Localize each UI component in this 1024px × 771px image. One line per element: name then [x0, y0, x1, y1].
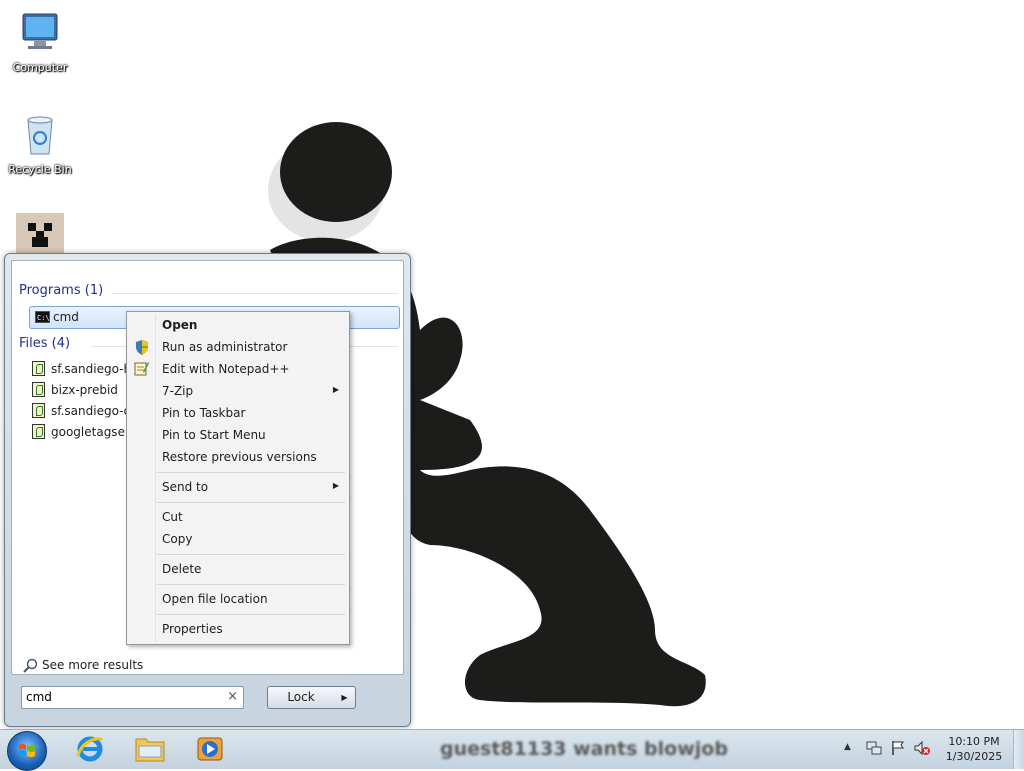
- menu-item-edit-with-notepad-plus-plus[interactable]: Edit with Notepad++: [129, 359, 347, 379]
- menu-item-label: Open file location: [162, 592, 268, 606]
- clock-time: 10:10 PM: [948, 735, 1000, 748]
- menu-item-copy[interactable]: Copy: [129, 529, 347, 549]
- menu-item-open[interactable]: Open: [129, 315, 347, 335]
- start-search-box[interactable]: ×: [21, 686, 244, 709]
- divider: [112, 293, 398, 294]
- menu-item-label: Pin to Taskbar: [162, 406, 246, 420]
- taskbar-internet-explorer[interactable]: [64, 732, 116, 767]
- desktop-icon-computer[interactable]: Computer: [2, 8, 78, 74]
- cmd-icon: C:\: [35, 311, 50, 323]
- uac-shield-icon: [136, 340, 148, 355]
- menu-item-label: Run as administrator: [162, 340, 288, 354]
- script-file-icon: [32, 403, 45, 418]
- notification-text: guest81133 wants blowjob: [440, 738, 728, 760]
- menu-item-label: Send to: [162, 480, 209, 494]
- desktop-icon-recycle-bin[interactable]: Recycle Bin: [2, 110, 78, 176]
- volume-muted-icon[interactable]: [914, 740, 930, 756]
- menu-item-pin-to-taskbar[interactable]: Pin to Taskbar: [129, 403, 347, 423]
- shutdown-options-arrow-icon[interactable]: ▶: [334, 686, 356, 709]
- show-hidden-icons-arrow[interactable]: ▲: [844, 742, 860, 758]
- menu-item-open-file-location[interactable]: Open file location: [129, 589, 347, 609]
- notepad-plus-plus-icon: [134, 362, 149, 376]
- taskbar-media-player[interactable]: [184, 732, 236, 767]
- menu-item-label: Open: [162, 318, 198, 332]
- taskbar: guest81133 wants blowjob ▲ 10:10 PM 1/30…: [0, 729, 1024, 771]
- menu-item-cut[interactable]: Cut: [129, 507, 347, 527]
- lock-button[interactable]: Lock: [267, 686, 335, 709]
- see-more-label: See more results: [42, 658, 144, 672]
- menu-item-pin-to-start-menu[interactable]: Pin to Start Menu: [129, 425, 347, 445]
- menu-item-label: 7-Zip: [162, 384, 194, 398]
- menu-separator: [157, 584, 345, 585]
- menu-separator: [157, 614, 345, 615]
- magnifier-icon: [23, 658, 38, 673]
- submenu-arrow-icon: ▶: [332, 385, 339, 394]
- menu-separator: [157, 472, 345, 473]
- menu-item-label: Delete: [162, 562, 202, 576]
- file-result-label: bizx-prebid: [51, 383, 118, 397]
- menu-item-label: Restore previous versions: [162, 450, 317, 464]
- menu-item-properties[interactable]: Properties: [129, 619, 347, 639]
- recycle-bin-icon: [27, 116, 53, 155]
- menu-item-label: Copy: [162, 532, 193, 546]
- menu-separator: [157, 554, 345, 555]
- menu-item-run-as-administrator[interactable]: Run as administrator: [129, 337, 347, 357]
- clear-search-icon[interactable]: ×: [227, 689, 238, 704]
- windows-explorer-icon: [135, 738, 165, 762]
- media-player-icon: [197, 737, 223, 761]
- menu-item-label: Edit with Notepad++: [162, 362, 290, 376]
- desktop-icon-label: Computer: [12, 61, 68, 74]
- internet-explorer-icon: [76, 736, 103, 762]
- files-group-header: Files (4): [19, 336, 71, 351]
- script-file-icon: [32, 382, 45, 397]
- action-center-flag-icon[interactable]: [890, 740, 906, 756]
- windows-logo-icon: [19, 743, 35, 758]
- script-file-icon: [32, 424, 45, 439]
- network-icon[interactable]: [866, 740, 882, 756]
- system-clock[interactable]: 10:10 PM 1/30/2025: [938, 734, 1010, 764]
- submenu-arrow-icon: ▶: [332, 481, 339, 490]
- programs-group-header: Programs (1): [19, 283, 104, 298]
- menu-item-label: Pin to Start Menu: [162, 428, 266, 442]
- menu-item-send-to[interactable]: Send to ▶: [129, 477, 347, 497]
- menu-item-7-zip[interactable]: 7-Zip ▶: [129, 381, 347, 401]
- show-desktop-button[interactable]: [1013, 730, 1024, 769]
- menu-item-delete[interactable]: Delete: [129, 559, 347, 579]
- clock-date: 1/30/2025: [945, 750, 1003, 763]
- script-file-icon: [32, 361, 45, 376]
- context-menu: Open Run as administrator Edit with Note…: [126, 311, 350, 645]
- menu-item-restore-previous-versions[interactable]: Restore previous versions: [129, 447, 347, 467]
- menu-item-label: Properties: [162, 622, 223, 636]
- desktop-icon-label: Recycle Bin: [8, 163, 72, 176]
- menu-separator: [157, 502, 345, 503]
- search-input[interactable]: [26, 688, 221, 705]
- taskbar-windows-explorer[interactable]: [124, 732, 176, 767]
- start-button[interactable]: [7, 731, 47, 771]
- program-result-label: cmd: [53, 310, 79, 324]
- silhouette-head: [280, 122, 392, 222]
- menu-item-label: Cut: [162, 510, 183, 524]
- computer-icon: [22, 13, 58, 49]
